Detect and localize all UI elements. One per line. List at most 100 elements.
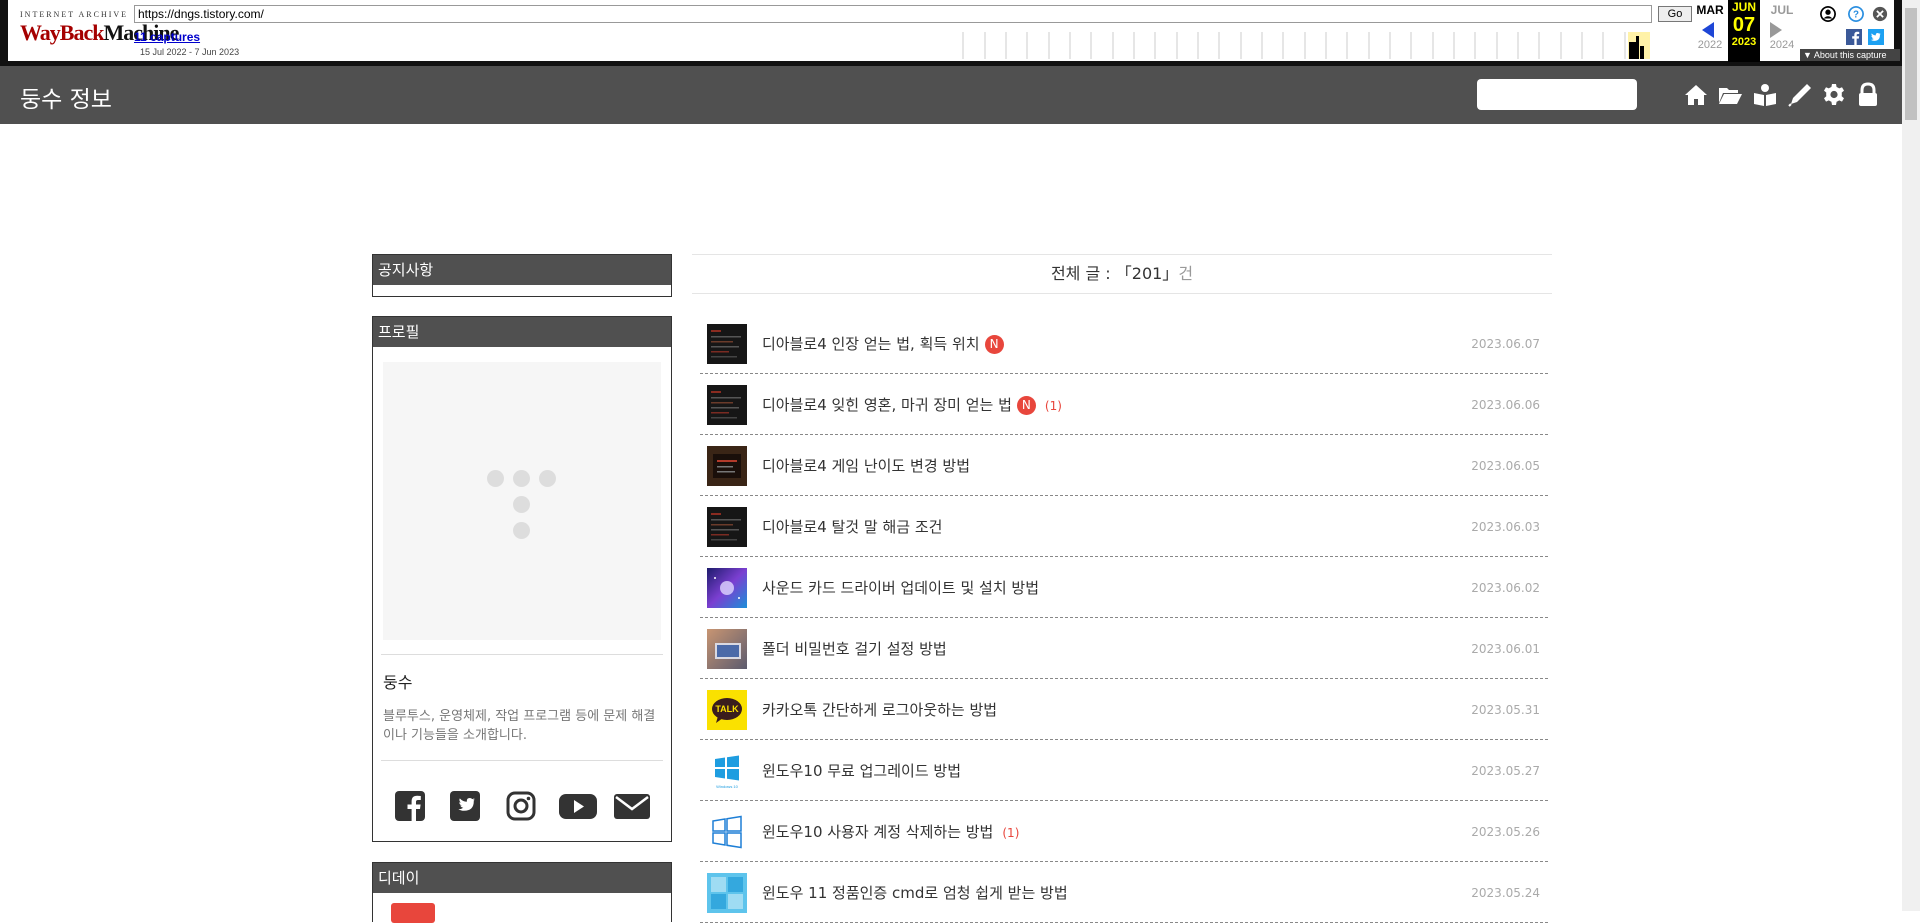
- wayback-go-button[interactable]: Go: [1658, 6, 1692, 22]
- post-date: 2023.05.31: [1471, 703, 1540, 717]
- post-thumbnail-windows11[interactable]: [707, 873, 747, 913]
- post-date: 2023.05.24: [1471, 886, 1540, 900]
- svg-text:TALK: TALK: [715, 704, 739, 714]
- post-thumbnail-game[interactable]: [707, 446, 747, 486]
- post-thumbnail-game[interactable]: [707, 385, 747, 425]
- blog-header: 둥수 정보: [0, 66, 1902, 124]
- svg-text:?: ?: [1853, 10, 1859, 21]
- facebook-share-icon[interactable]: [1846, 29, 1862, 45]
- wayback-sparkline[interactable]: [956, 32, 1686, 59]
- twitter-icon[interactable]: [448, 789, 482, 823]
- sparkline-bar: [1636, 36, 1639, 59]
- post-title[interactable]: 디아블로4 잊힌 영혼, 마귀 장미 얻는 법: [762, 396, 1012, 414]
- profile-description: 블루투스, 운영체제, 작업 프로그램 등에 문제 해결이나 기능들을 소개합니…: [383, 709, 656, 743]
- post-list-item[interactable]: TALK 카카오톡 간단하게 로그아웃하는 방법 2023.05.31: [700, 679, 1548, 740]
- post-list-item[interactable]: 디아블로4 탈것 말 해금 조건 2023.06.03: [700, 496, 1548, 557]
- post-list-heading: 전체 글 : 「201」건: [692, 254, 1552, 294]
- mail-icon[interactable]: [613, 789, 651, 823]
- post-list-item[interactable]: 윈도우 11 정품인증 cmd로 엄청 쉽게 받는 방법 2023.05.24: [700, 862, 1548, 923]
- post-list-item[interactable]: 사운드 카드 드라이버 업데이트 및 설치 방법 2023.06.02: [700, 557, 1548, 618]
- blog-title[interactable]: 둥수 정보: [20, 80, 112, 114]
- profile-image-placeholder: [383, 362, 661, 640]
- post-thumbnail-sound-card[interactable]: [707, 568, 747, 608]
- comment-count[interactable]: (1): [1045, 399, 1062, 413]
- post-list-item[interactable]: 폴더 비밀번호 걸기 설정 방법 2023.06.01: [700, 618, 1548, 679]
- post-title[interactable]: 디아블로4 탈것 말 해금 조건: [762, 518, 942, 536]
- post-date: 2023.06.03: [1471, 520, 1540, 534]
- divider: [381, 654, 663, 655]
- divider: [381, 760, 663, 761]
- post-list-item[interactable]: Windows 10 윈도우10 무료 업그레이드 방법 2023.05.27: [700, 740, 1548, 801]
- post-thumbnail-game[interactable]: [707, 507, 747, 547]
- post-title[interactable]: 사운드 카드 드라이버 업데이트 및 설치 방법: [762, 579, 1039, 597]
- post-title-line[interactable]: 디아블로4 탈것 말 해금 조건: [762, 516, 942, 537]
- sparkline-year-ticks: [962, 32, 1647, 59]
- post-title-line[interactable]: 사운드 카드 드라이버 업데이트 및 설치 방법: [762, 577, 1039, 598]
- folder-open-icon[interactable]: [1717, 82, 1743, 108]
- post-thumbnail-laptop[interactable]: [707, 629, 747, 669]
- wayback-current-date: JUN 07 2023: [1728, 0, 1760, 62]
- comment-count[interactable]: (1): [1002, 826, 1019, 840]
- post-title[interactable]: 디아블로4 인장 얻는 법, 획득 위치: [762, 335, 980, 353]
- about-capture-button[interactable]: ▼ About this capture: [1800, 49, 1900, 61]
- twitter-share-icon[interactable]: [1868, 29, 1884, 45]
- prev-capture-arrow-icon[interactable]: [1702, 22, 1714, 38]
- post-list-item[interactable]: 윈도우10 사용자 계정 삭제하는 방법 (1) 2023.05.26: [700, 801, 1548, 862]
- reader-icon[interactable]: [1752, 82, 1778, 108]
- post-title[interactable]: 윈도우10 사용자 계정 삭제하는 방법: [762, 823, 993, 841]
- wayback-logo-way: WayBack: [20, 20, 104, 45]
- post-title-line[interactable]: 윈도우10 사용자 계정 삭제하는 방법 (1): [762, 821, 1019, 842]
- post-title-line[interactable]: 디아블로4 게임 난이도 변경 방법: [762, 455, 970, 476]
- user-icon[interactable]: [1820, 6, 1836, 22]
- post-thumbnail-game[interactable]: [707, 324, 747, 364]
- page-scrollbar[interactable]: [1902, 0, 1920, 911]
- dday-badge: [391, 903, 435, 923]
- wayback-captures-link[interactable]: 11 captures: [134, 30, 200, 44]
- post-title-line[interactable]: 디아블로4 인장 얻는 법, 획득 위치 N: [762, 333, 1004, 354]
- placeholder-dot: [513, 496, 530, 513]
- post-date: 2023.06.05: [1471, 459, 1540, 473]
- post-title-line[interactable]: 카카오톡 간단하게 로그아웃하는 방법: [762, 699, 997, 720]
- post-title[interactable]: 폴더 비밀번호 걸기 설정 방법: [762, 640, 947, 658]
- youtube-icon[interactable]: [558, 789, 598, 823]
- placeholder-dot: [539, 470, 556, 487]
- instagram-icon[interactable]: [504, 789, 538, 823]
- profile-name: 둥수: [383, 673, 413, 692]
- post-list-item[interactable]: 디아블로4 잊힌 영혼, 마귀 장미 얻는 법 N (1) 2023.06.06: [700, 374, 1548, 435]
- post-title[interactable]: 카카오톡 간단하게 로그아웃하는 방법: [762, 701, 997, 719]
- post-list-item[interactable]: 디아블로4 인장 얻는 법, 획득 위치 N 2023.06.07: [700, 313, 1548, 374]
- placeholder-dot: [487, 470, 504, 487]
- post-title-line[interactable]: 디아블로4 잊힌 영혼, 마귀 장미 얻는 법 N (1): [762, 394, 1062, 415]
- home-icon[interactable]: [1683, 82, 1709, 108]
- post-title[interactable]: 디아블로4 게임 난이도 변경 방법: [762, 457, 970, 475]
- sparkline-bar: [1629, 42, 1636, 59]
- post-date: 2023.06.01: [1471, 642, 1540, 656]
- post-thumbnail-windows-outline[interactable]: [707, 812, 747, 852]
- post-title-line[interactable]: 윈도우 11 정품인증 cmd로 엄청 쉽게 받는 방법: [762, 882, 1068, 903]
- post-title-line[interactable]: 윈도우10 무료 업그레이드 방법: [762, 760, 961, 781]
- lock-icon[interactable]: [1855, 82, 1881, 108]
- gear-icon[interactable]: [1821, 82, 1847, 108]
- profile-panel-title: 프로필: [373, 317, 671, 347]
- search-input[interactable]: [1477, 79, 1637, 110]
- placeholder-dot: [513, 470, 530, 487]
- post-list-item[interactable]: 디아블로4 게임 난이도 변경 방법 2023.06.05: [700, 435, 1548, 496]
- post-thumbnail-kakaotalk[interactable]: TALK: [707, 690, 747, 730]
- wayback-logo-top: INTERNET ARCHIVE: [20, 10, 129, 19]
- post-date: 2023.06.06: [1471, 398, 1540, 412]
- pen-icon[interactable]: [1787, 82, 1813, 108]
- post-title[interactable]: 윈도우 11 정품인증 cmd로 엄청 쉽게 받는 방법: [762, 884, 1068, 902]
- post-title[interactable]: 윈도우10 무료 업그레이드 방법: [762, 762, 961, 780]
- close-icon[interactable]: [1872, 6, 1888, 22]
- post-title-line[interactable]: 폴더 비밀번호 걸기 설정 방법: [762, 638, 947, 659]
- post-date: 2023.05.26: [1471, 825, 1540, 839]
- next-capture-arrow-icon[interactable]: [1770, 22, 1782, 38]
- wayback-logo[interactable]: INTERNET ARCHIVE WayBackMachine: [20, 10, 179, 50]
- help-icon[interactable]: ?: [1848, 6, 1864, 22]
- wayback-url-input[interactable]: https://dngs.tistory.com/: [134, 5, 1652, 23]
- facebook-icon[interactable]: [393, 789, 427, 823]
- scrollbar-thumb[interactable]: [1905, 8, 1917, 120]
- new-badge: N: [984, 335, 1004, 354]
- notice-panel-title: 공지사항: [373, 255, 671, 285]
- post-thumbnail-windows10[interactable]: Windows 10: [707, 751, 747, 791]
